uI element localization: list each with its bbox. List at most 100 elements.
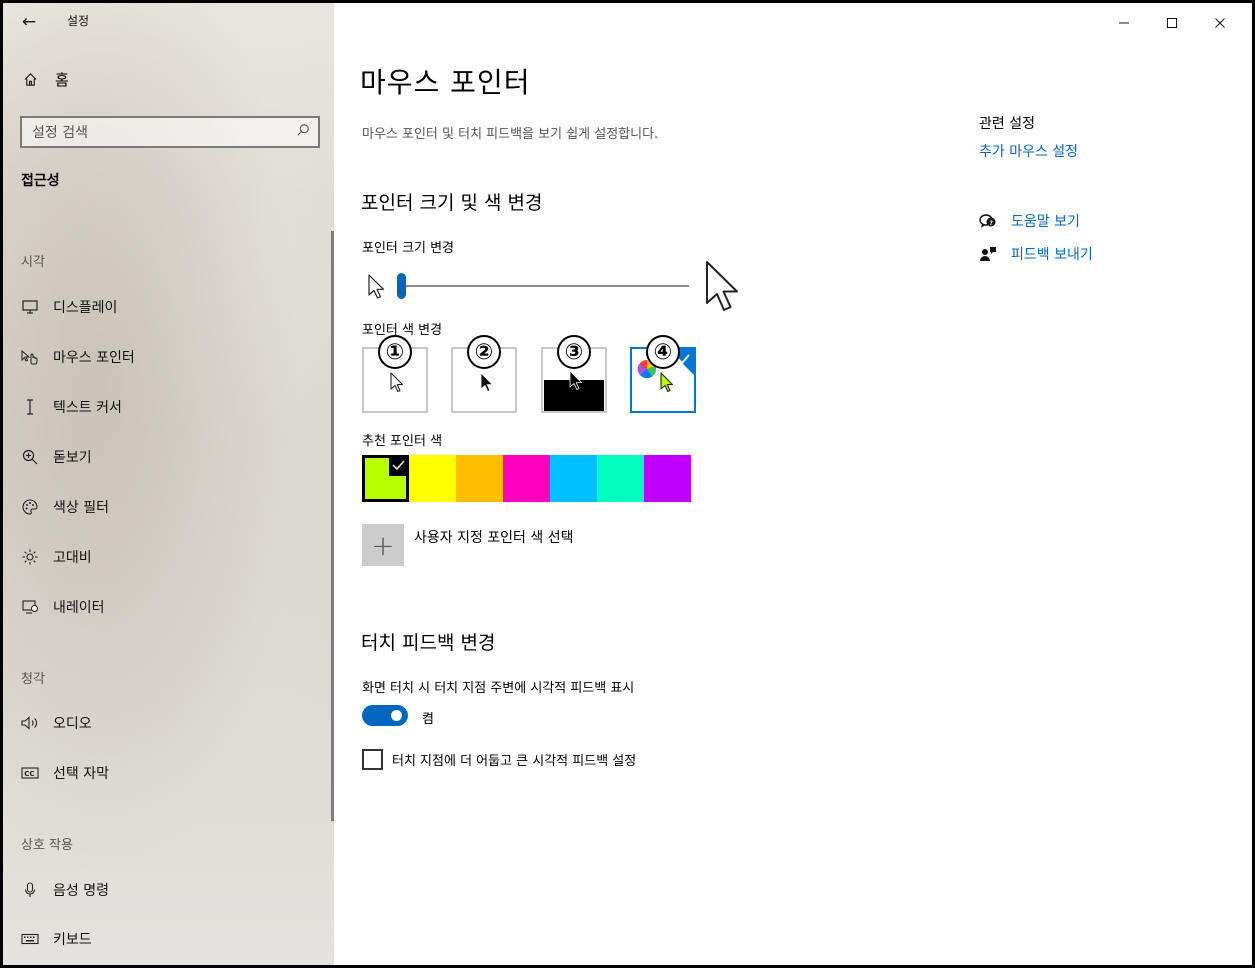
color-swatch[interactable] (597, 455, 644, 502)
color-swatch[interactable] (644, 455, 691, 502)
toggle-knob (391, 710, 402, 721)
color-swatch[interactable] (503, 455, 550, 502)
svg-text:?: ? (989, 219, 993, 227)
back-arrow-icon[interactable]: ← (17, 10, 41, 34)
sidebar-item-mouse-pointer[interactable]: 마우스 포인터 (21, 347, 135, 367)
color-swatch[interactable] (456, 455, 503, 502)
search-icon[interactable] (296, 123, 310, 141)
color-swatch[interactable] (550, 455, 597, 502)
sidebar-item-label: 오디오 (53, 716, 92, 732)
sidebar-item-label: 텍스트 커서 (53, 400, 122, 416)
page-title: 마우스 포인터 (360, 66, 531, 99)
caption-icon: CC (21, 764, 39, 782)
option-number-badge: ② (467, 335, 501, 369)
group-label-interaction: 상호 작용 (21, 838, 73, 853)
option-number-badge: ④ (646, 335, 680, 369)
color-swatch[interactable] (362, 455, 409, 502)
darker-feedback-checkbox[interactable] (362, 749, 383, 770)
speaker-icon (21, 714, 39, 732)
add-custom-color-button[interactable]: + (362, 524, 404, 566)
sidebar-item-label: 내레이터 (53, 600, 105, 616)
touch-feedback-label: 화면 터치 시 터치 지점 주변에 시각적 피드백 표시 (362, 681, 635, 696)
section-title-touch: 터치 피드백 변경 (361, 632, 496, 654)
additional-mouse-settings-link[interactable]: 추가 마우스 설정 (979, 141, 1078, 161)
narrator-icon (21, 598, 39, 616)
sidebar-item-text-cursor[interactable]: 텍스트 커서 (21, 397, 122, 417)
sidebar-item-label: 마우스 포인터 (53, 350, 135, 366)
pointer-size-label: 포인터 크기 변경 (362, 241, 454, 256)
pointer-color-custom[interactable]: ④ (630, 335, 696, 413)
slider-track[interactable] (399, 285, 689, 287)
feedback-link[interactable]: 피드백 보내기 (979, 244, 1093, 264)
sidebar-item-magnifier[interactable]: 돋보기 (21, 447, 92, 467)
color-swatch[interactable] (409, 455, 456, 502)
app-title: 설정 (67, 14, 90, 28)
search-placeholder: 설정 검색 (32, 125, 88, 141)
sidebar-item-narrator[interactable]: 내레이터 (21, 597, 105, 617)
toggle-state-label: 켬 (422, 712, 434, 727)
sidebar-item-closed-captions[interactable]: CC 선택 자막 (21, 763, 109, 783)
keyboard-icon (21, 930, 39, 948)
sidebar-item-label: 선택 자막 (53, 766, 109, 782)
category-heading: 접근성 (21, 173, 60, 189)
home-icon (21, 71, 39, 89)
small-pointer-icon (368, 274, 385, 299)
sidebar-item-label: 음성 명령 (53, 883, 109, 899)
large-pointer-icon (706, 261, 738, 311)
sidebar-item-color-filter[interactable]: 색상 필터 (21, 497, 109, 517)
sidebar-item-label: 키보드 (53, 932, 92, 948)
brightness-icon (21, 548, 39, 566)
pointer-size-slider[interactable] (367, 261, 747, 315)
suggested-colors-label: 추천 포인터 색 (362, 434, 443, 449)
sidebar-scrollbar[interactable] (331, 231, 334, 821)
microphone-icon (21, 881, 39, 899)
maximize-button[interactable] (1148, 9, 1196, 37)
help-chat-icon: ? (979, 212, 997, 230)
sidebar-item-speech[interactable]: 음성 명령 (21, 880, 109, 900)
display-icon (21, 298, 39, 316)
darker-feedback-label[interactable]: 터치 지점에 더 어둡고 큰 시각적 피드백 설정 (392, 750, 636, 769)
feedback-label: 피드백 보내기 (1011, 247, 1093, 263)
text-cursor-icon (21, 398, 39, 416)
group-label-vision: 시각 (21, 255, 45, 270)
palette-icon (21, 498, 39, 516)
window-controls (1100, 9, 1244, 37)
group-label-hearing: 청각 (21, 672, 45, 687)
sidebar-item-label: 고대비 (53, 550, 92, 566)
help-link[interactable]: ? 도움말 보기 (979, 211, 1080, 231)
sidebar-item-home[interactable]: 홈 (21, 69, 69, 90)
pointer-hand-icon (21, 348, 39, 366)
page-subtitle: 마우스 포인터 및 터치 피드백을 보기 쉽게 설정합니다. (362, 127, 659, 142)
sidebar: ← 설정 홈 설정 검색 접근성 시각 디스플레이 마우스 포인터 텍스트 커서… (3, 3, 334, 965)
settings-window: ← 설정 홈 설정 검색 접근성 시각 디스플레이 마우스 포인터 텍스트 커서… (0, 0, 1255, 968)
sidebar-item-audio[interactable]: 오디오 (21, 713, 92, 733)
sidebar-item-keyboard[interactable]: 키보드 (21, 929, 92, 949)
checkmark-icon (389, 455, 409, 476)
plus-icon: + (371, 528, 395, 562)
option-number-badge: ① (378, 335, 412, 369)
home-label: 홈 (55, 71, 69, 89)
touch-feedback-toggle[interactable] (362, 705, 408, 726)
feedback-person-icon (979, 245, 997, 263)
close-button[interactable] (1196, 9, 1244, 37)
sidebar-item-label: 디스플레이 (53, 300, 118, 316)
custom-color-label[interactable]: 사용자 지정 포인터 색 선택 (414, 527, 573, 547)
help-label: 도움말 보기 (1011, 214, 1080, 230)
pointer-color-inverted[interactable]: ③ (541, 335, 607, 413)
pointer-color-black[interactable]: ② (451, 335, 517, 413)
magnifier-icon (21, 448, 39, 466)
search-input[interactable]: 설정 검색 (20, 116, 320, 148)
sidebar-item-display[interactable]: 디스플레이 (21, 297, 117, 317)
pointer-color-label: 포인터 색 변경 (362, 323, 443, 338)
sidebar-item-label: 색상 필터 (53, 500, 109, 516)
slider-thumb[interactable] (397, 273, 406, 299)
minimize-button[interactable] (1100, 9, 1148, 37)
suggested-color-swatches (362, 455, 691, 502)
section-title-pointer: 포인터 크기 및 색 변경 (361, 192, 543, 214)
related-settings-title: 관련 설정 (979, 116, 1035, 132)
sidebar-item-label: 돋보기 (53, 450, 92, 466)
svg-text:CC: CC (24, 770, 34, 778)
sidebar-item-high-contrast[interactable]: 고대비 (21, 547, 92, 567)
option-number-badge: ③ (557, 335, 591, 369)
pointer-color-white[interactable]: ① (362, 335, 428, 413)
